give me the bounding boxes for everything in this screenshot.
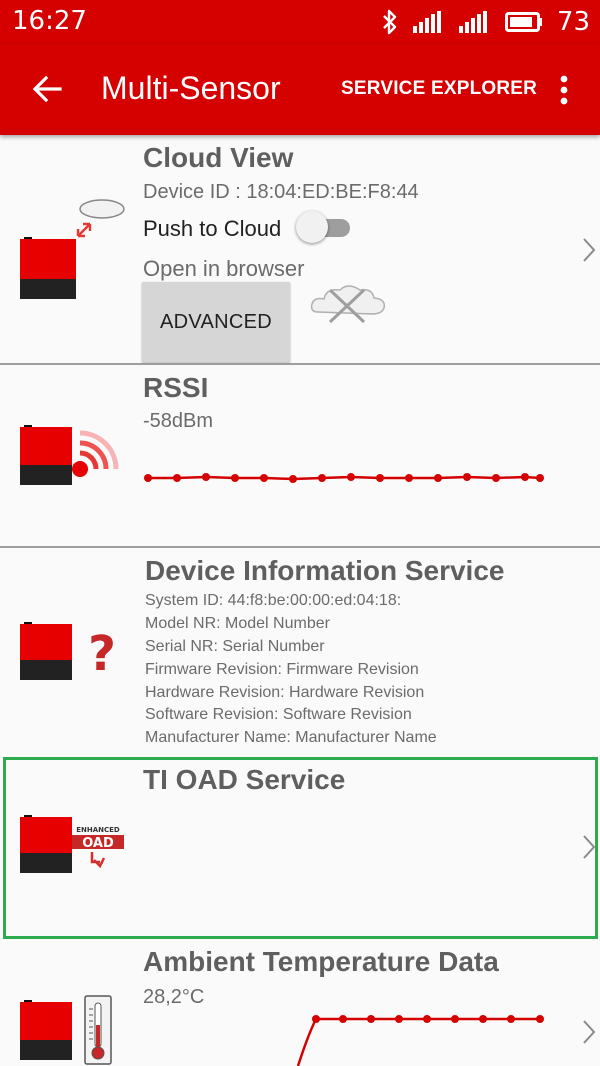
status-bar: 16:27 73 [0,0,600,44]
page-title: Multi-Sensor [101,70,281,106]
cloud-disconnected-icon [310,285,386,324]
wifi-signal-icon [72,430,119,477]
oad-badge-top: ENHANCED [76,826,120,834]
device-info-line: System ID: 44:f8:be:00:00:ed:04:18: [145,592,402,609]
device-info-line: Firmware Revision: Firmware Revision [145,661,419,678]
battery-level: 73 [556,7,590,37]
ambient-value: 28,2°C [143,986,205,1008]
rssi-chart [144,473,544,483]
ambient-title: Ambient Temperature Data [143,946,499,977]
open-in-browser-link[interactable]: Open in browser [143,256,304,282]
chevron-right-icon [583,835,596,859]
row-divider [0,363,600,365]
sensor-tag-icon [20,425,72,485]
advanced-button[interactable]: ADVANCED [142,282,290,362]
service-explorer-button[interactable]: SERVICE EXPLORER [341,78,537,100]
device-info-line: Manufacturer Name: Manufacturer Name [145,729,437,746]
toggle-thumb [296,211,328,243]
device-id: Device ID : 18:04:ED:BE:F8:44 [143,181,419,203]
rssi-value: -58dBm [143,410,214,432]
device-info-title: Device Information Service [145,555,505,586]
oad-download-icon: ENHANCED OAD [72,826,124,869]
push-to-cloud-toggle[interactable] [296,210,354,244]
signal-icon [458,11,487,33]
row-divider [0,546,600,548]
status-time: 16:27 [12,6,87,36]
thermometer-icon [84,995,112,1065]
sensor-tag-icon [20,622,72,680]
sensor-tag-icon [20,815,72,873]
oad-badge-bottom: OAD [82,836,114,851]
device-info-line: Serial NR: Serial Number [145,638,325,655]
sensor-tag-icon [20,1000,72,1060]
signal-icon [412,11,441,33]
cloud-icon [76,199,125,238]
oad-title: TI OAD Service [143,764,346,795]
device-info-line: Hardware Revision: Hardware Revision [145,684,425,701]
device-info-line: Model NR: Model Number [145,615,330,632]
push-to-cloud-label: Push to Cloud [143,216,282,241]
rssi-title: RSSI [143,372,209,403]
chevron-right-icon [583,1020,596,1044]
battery-icon [504,12,542,32]
app-bar: Multi-Sensor SERVICE EXPLORER [0,44,600,135]
device-info-line: Software Revision: Software Revision [145,706,412,723]
sensor-tag-icon [20,237,76,299]
svg-text:?: ? [88,626,116,676]
chevron-right-icon [583,238,596,262]
bluetooth-icon [383,9,397,35]
cloud-view-title: Cloud View [143,142,294,173]
back-arrow-icon[interactable] [30,72,64,106]
overflow-menu-icon[interactable] [556,74,572,106]
ambient-temperature-chart [296,1015,544,1066]
question-mark-icon: ? [88,626,116,676]
